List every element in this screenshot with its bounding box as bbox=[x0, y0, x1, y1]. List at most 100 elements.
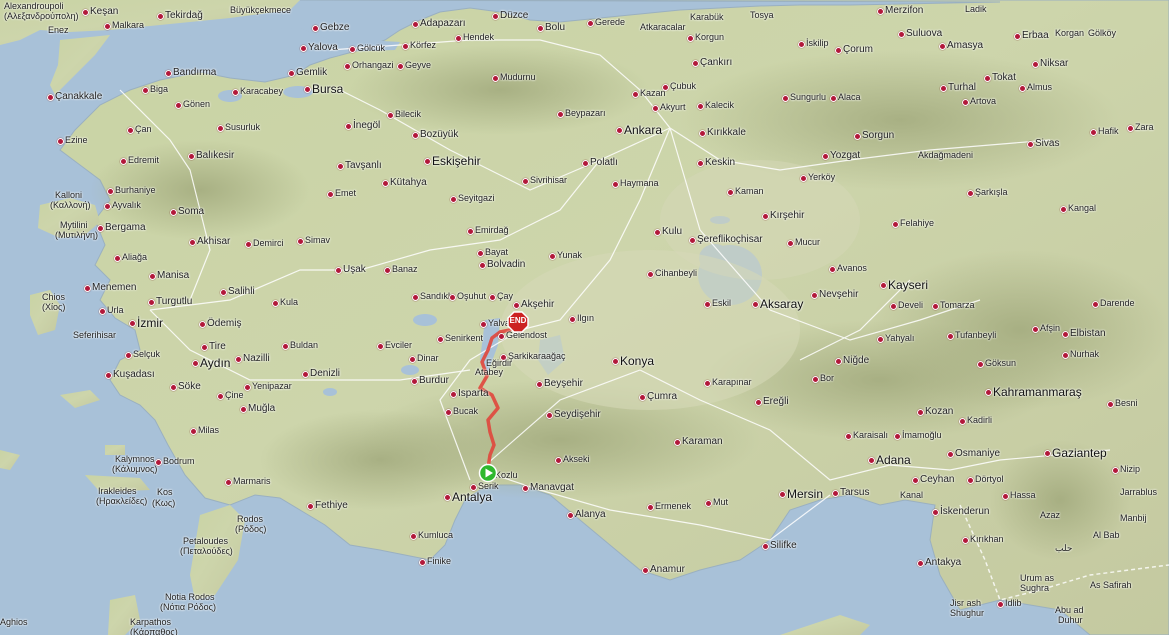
place-label-senirkent[interactable]: Senirkent bbox=[445, 333, 483, 343]
place-label-canakkale[interactable]: Çanakkale bbox=[55, 91, 102, 102]
place-label-enez[interactable]: Enez bbox=[48, 25, 69, 35]
place-label-osmaniye[interactable]: Osmaniye bbox=[955, 448, 1000, 459]
place-label-hendek[interactable]: Hendek bbox=[463, 32, 494, 42]
place-label-bor[interactable]: Bor bbox=[820, 373, 834, 383]
place-label-karpathos-gr[interactable]: (Κάρπαθος) bbox=[130, 627, 178, 635]
place-label-kozlu[interactable]: Kozlu bbox=[495, 470, 518, 480]
place-label-merzifon[interactable]: Merzifon bbox=[885, 5, 923, 16]
place-label-as-safirah[interactable]: As Safirah bbox=[1090, 580, 1132, 590]
place-label-kos-gr[interactable]: (Κως) bbox=[152, 498, 175, 508]
place-label-milas[interactable]: Milas bbox=[198, 425, 219, 435]
place-label-golcuk[interactable]: Gölcük bbox=[357, 43, 385, 53]
place-label-emirdag[interactable]: Emirdağ bbox=[475, 225, 509, 235]
place-label-nevsehir[interactable]: Nevşehir bbox=[819, 289, 858, 300]
place-label-cubuk[interactable]: Çubuk bbox=[670, 81, 696, 91]
place-label-chios[interactable]: Chios bbox=[42, 292, 65, 302]
place-label-shughur[interactable]: Shughur bbox=[950, 608, 984, 618]
place-label-manavgat[interactable]: Manavgat bbox=[530, 482, 574, 493]
place-label-susurluk[interactable]: Susurluk bbox=[225, 122, 260, 132]
place-label-kesan[interactable]: Keşan bbox=[90, 6, 118, 17]
place-label-bodrum[interactable]: Bodrum bbox=[163, 456, 195, 466]
place-label-gonen[interactable]: Gönen bbox=[183, 99, 210, 109]
place-label-develi[interactable]: Develi bbox=[898, 300, 923, 310]
place-label-malkara[interactable]: Malkara bbox=[112, 20, 144, 30]
place-label-hafik[interactable]: Hafik bbox=[1098, 126, 1119, 136]
place-label-alexandroupoli[interactable]: Alexandroupoli bbox=[4, 1, 64, 11]
place-label-tomarza[interactable]: Tomarza bbox=[940, 300, 975, 310]
place-label-darende[interactable]: Darende bbox=[1100, 298, 1135, 308]
place-label-korfez[interactable]: Körfez bbox=[410, 40, 436, 50]
place-label-elbistan[interactable]: Elbistan bbox=[1070, 328, 1106, 339]
place-label-denizli[interactable]: Denizli bbox=[310, 368, 340, 379]
place-label-manisa[interactable]: Manisa bbox=[157, 270, 189, 281]
place-label-aydin[interactable]: Aydın bbox=[200, 357, 230, 370]
place-label-salihli[interactable]: Salihli bbox=[228, 286, 255, 297]
place-label-kula[interactable]: Kula bbox=[280, 297, 298, 307]
place-label-keskin[interactable]: Keskin bbox=[705, 157, 735, 168]
place-label-sereflikochisar[interactable]: Şereflikoçhisar bbox=[697, 234, 763, 245]
place-label-karpathos[interactable]: Karpathos bbox=[130, 617, 171, 627]
place-label-kalloni-gr[interactable]: (Καλλονή) bbox=[50, 200, 90, 210]
place-label-sivas[interactable]: Sivas bbox=[1035, 138, 1059, 149]
place-label-adana[interactable]: Adana bbox=[876, 454, 911, 467]
place-label-selcuk[interactable]: Selçuk bbox=[133, 349, 160, 359]
place-label-gemlik[interactable]: Gemlik bbox=[296, 67, 327, 78]
place-label-felahiye[interactable]: Felahiye bbox=[900, 218, 934, 228]
place-label-avanos[interactable]: Avanos bbox=[837, 263, 867, 273]
place-label-bursa[interactable]: Bursa bbox=[312, 83, 343, 96]
place-label-imamoglu[interactable]: İmamoğlu bbox=[902, 430, 942, 440]
place-label-yunak[interactable]: Yunak bbox=[557, 250, 582, 260]
place-label-atkaracalar[interactable]: Atkaracalar bbox=[640, 22, 686, 32]
place-label-turgutlu[interactable]: Turgutlu bbox=[156, 296, 192, 307]
place-label-yalova[interactable]: Yalova bbox=[308, 42, 338, 53]
place-label-kusadasi[interactable]: Kuşadası bbox=[113, 369, 155, 380]
place-label-can[interactable]: Çan bbox=[135, 124, 152, 134]
place-label-demirci[interactable]: Demirci bbox=[253, 238, 284, 248]
place-label-cine[interactable]: Çine bbox=[225, 390, 244, 400]
place-label-polatli[interactable]: Polatlı bbox=[590, 157, 618, 168]
place-label-konya[interactable]: Konya bbox=[620, 355, 654, 368]
place-label-emet[interactable]: Emet bbox=[335, 188, 356, 198]
place-label-tosya[interactable]: Tosya bbox=[750, 10, 774, 20]
place-label-korgan[interactable]: Korgan bbox=[1055, 28, 1084, 38]
place-label-duzce[interactable]: Düzce bbox=[500, 10, 528, 21]
place-label-iskenderun[interactable]: İskenderun bbox=[940, 506, 989, 517]
place-label-nurhak[interactable]: Nurhak bbox=[1070, 349, 1099, 359]
place-label-notia-rodos[interactable]: Notia Rodos bbox=[165, 592, 215, 602]
place-label-tekirdag[interactable]: Tekirdağ bbox=[165, 10, 203, 21]
place-label-yahyali[interactable]: Yahyalı bbox=[885, 333, 914, 343]
place-label-nazilli[interactable]: Nazilli bbox=[243, 353, 270, 364]
place-label-marmaris[interactable]: Marmaris bbox=[233, 476, 271, 486]
place-label-kozan[interactable]: Kozan bbox=[925, 406, 953, 417]
place-label-evciler[interactable]: Evciler bbox=[385, 340, 412, 350]
place-label-irakleides-gr[interactable]: (Ηρακλείδες) bbox=[96, 496, 147, 506]
place-label-duhur[interactable]: Duhur bbox=[1058, 615, 1083, 625]
place-label-almus[interactable]: Almus bbox=[1027, 82, 1052, 92]
place-label-mytilini-gr[interactable]: (Μυτιλήνη) bbox=[55, 230, 98, 240]
place-label-osuhut[interactable]: Oşuhut bbox=[457, 291, 486, 301]
place-label-buldan[interactable]: Buldan bbox=[290, 340, 318, 350]
place-label-aghios[interactable]: Aghios bbox=[0, 617, 28, 627]
place-label-bozuyuk[interactable]: Bozüyük bbox=[420, 129, 458, 140]
place-label-soke[interactable]: Söke bbox=[178, 381, 201, 392]
place-label-besni[interactable]: Besni bbox=[1115, 398, 1138, 408]
place-label-bandirma[interactable]: Bandırma bbox=[173, 67, 216, 78]
place-label-sungurlu[interactable]: Sungurlu bbox=[790, 92, 826, 102]
place-label-simav[interactable]: Simav bbox=[305, 235, 330, 245]
place-label-kos[interactable]: Kos bbox=[157, 487, 173, 497]
place-label-cihanbeyli[interactable]: Cihanbeyli bbox=[655, 268, 697, 278]
place-label-turhal[interactable]: Turhal bbox=[948, 82, 976, 93]
place-label-korgun[interactable]: Korgun bbox=[695, 32, 724, 42]
place-label-sandikli[interactable]: Sandıklı bbox=[420, 291, 453, 301]
place-label-isparta[interactable]: Isparta bbox=[458, 388, 489, 399]
place-label-edremit[interactable]: Edremit bbox=[128, 155, 159, 165]
place-label-tufanbeyli[interactable]: Tufanbeyli bbox=[955, 330, 996, 340]
place-label-mersin[interactable]: Mersin bbox=[787, 488, 823, 501]
place-label-iskilip[interactable]: İskilip bbox=[806, 38, 829, 48]
place-label-kulu[interactable]: Kulu bbox=[662, 226, 682, 237]
place-label-karacabey[interactable]: Karacabey bbox=[240, 86, 283, 96]
place-label-alanya[interactable]: Alanya bbox=[575, 509, 606, 520]
place-label-yozgat[interactable]: Yozgat bbox=[830, 150, 860, 161]
place-label-hassa[interactable]: Hassa bbox=[1010, 490, 1036, 500]
place-label-goksun[interactable]: Göksun bbox=[985, 358, 1016, 368]
